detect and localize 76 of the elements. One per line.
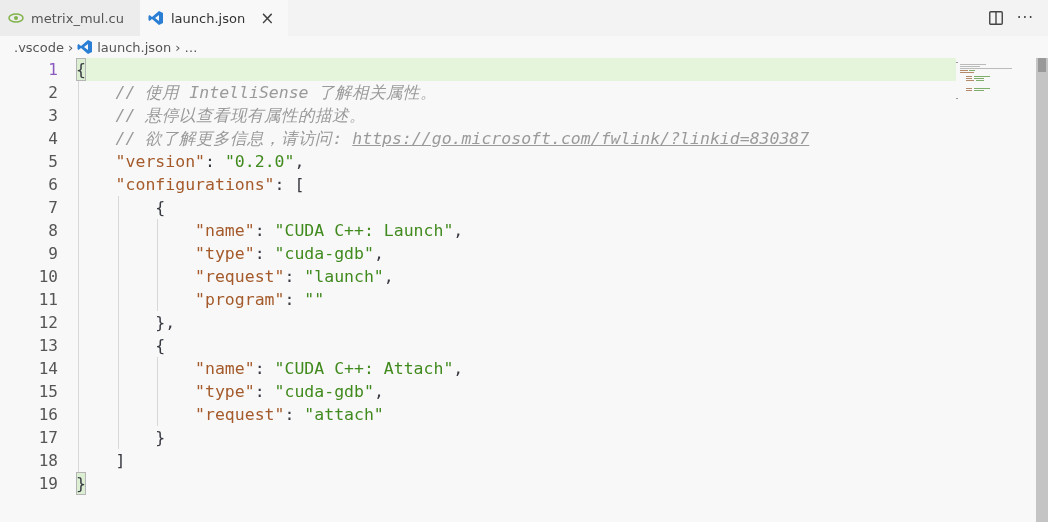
punctuation: : bbox=[284, 404, 296, 426]
bracket: ] bbox=[115, 450, 126, 472]
breadcrumb-separator: › bbox=[67, 39, 74, 55]
comment: // 欲了解更多信息，请访问: bbox=[115, 128, 344, 150]
line-number: 14 bbox=[37, 358, 58, 380]
json-string: "launch" bbox=[304, 266, 384, 288]
punctuation: , bbox=[383, 266, 394, 288]
json-key: "version" bbox=[115, 150, 205, 173]
eye-icon bbox=[8, 13, 24, 23]
line-number: 13 bbox=[37, 335, 58, 357]
json-string: "0.2.0" bbox=[224, 151, 295, 173]
punctuation: , bbox=[453, 220, 464, 242]
line-number: 11 bbox=[37, 289, 58, 311]
punctuation: : bbox=[254, 358, 266, 380]
bracket: { bbox=[155, 335, 166, 357]
punctuation: : bbox=[205, 151, 216, 173]
json-string: "attach" bbox=[304, 404, 384, 426]
line-number: 12 bbox=[37, 312, 58, 334]
punctuation: : bbox=[254, 220, 266, 242]
line-number: 2 bbox=[47, 82, 58, 104]
line-number: 19 bbox=[37, 473, 58, 495]
bracket: { bbox=[155, 197, 166, 219]
json-string: "CUDA C++: Launch" bbox=[274, 220, 454, 242]
json-key: "request" bbox=[195, 403, 285, 426]
json-string: "cuda-gdb" bbox=[274, 243, 374, 265]
punctuation: , bbox=[373, 243, 384, 265]
breadcrumb-item[interactable]: .vscode bbox=[14, 39, 64, 55]
editor-tab[interactable]: launch.json × bbox=[140, 0, 288, 36]
bracket: { bbox=[75, 58, 86, 81]
punctuation: : bbox=[254, 243, 266, 265]
punctuation: , bbox=[373, 381, 384, 403]
json-key: "type" bbox=[195, 380, 255, 403]
line-number: 15 bbox=[37, 381, 58, 403]
bracket: [ bbox=[294, 174, 305, 196]
json-key: "program" bbox=[195, 288, 285, 311]
json-key: "request" bbox=[195, 265, 285, 288]
close-icon[interactable]: × bbox=[260, 8, 275, 28]
line-number: 10 bbox=[37, 266, 58, 288]
json-string: "cuda-gdb" bbox=[274, 381, 374, 403]
editor-tab[interactable]: metrix_mul.cu bbox=[0, 0, 140, 36]
line-number: 5 bbox=[47, 151, 58, 173]
punctuation: , bbox=[294, 151, 305, 173]
scrollbar[interactable] bbox=[1036, 58, 1048, 522]
json-key: "name" bbox=[195, 219, 255, 242]
breadcrumb-item[interactable]: launch.json bbox=[97, 39, 172, 55]
line-number: 3 bbox=[47, 105, 58, 127]
line-number: 1 bbox=[47, 59, 58, 81]
line-number: 9 bbox=[47, 243, 58, 265]
line-number: 6 bbox=[47, 174, 58, 196]
bracket: }, bbox=[155, 312, 176, 334]
bracket: } bbox=[75, 472, 86, 495]
line-number: 16 bbox=[37, 404, 58, 426]
line-number: 18 bbox=[37, 450, 58, 472]
line-number: 7 bbox=[47, 197, 58, 219]
json-key: "configurations" bbox=[115, 173, 275, 196]
breadcrumb-item[interactable]: … bbox=[184, 39, 198, 55]
json-string: "CUDA C++: Attach" bbox=[274, 358, 454, 380]
breadcrumb-separator: › bbox=[175, 39, 181, 55]
line-number: 17 bbox=[37, 427, 58, 449]
vscode-icon bbox=[77, 39, 94, 55]
punctuation: : bbox=[284, 266, 296, 288]
more-actions-icon[interactable]: ··· bbox=[1016, 9, 1034, 27]
json-key: "name" bbox=[195, 357, 255, 380]
comment: // 使用 IntelliSense 了解相关属性。 bbox=[115, 82, 438, 104]
json-key: "type" bbox=[195, 242, 255, 265]
punctuation: : bbox=[274, 174, 286, 196]
json-string: "" bbox=[304, 289, 325, 311]
punctuation: , bbox=[453, 358, 464, 380]
bracket: } bbox=[155, 427, 166, 449]
punctuation: : bbox=[284, 289, 296, 311]
vscode-icon bbox=[148, 10, 164, 26]
line-number: 8 bbox=[47, 220, 58, 242]
line-number: 4 bbox=[47, 128, 58, 150]
punctuation: : bbox=[254, 381, 266, 403]
split-editor-icon[interactable] bbox=[988, 11, 1003, 25]
comment: // 悬停以查看现有属性的描述。 bbox=[115, 105, 367, 127]
